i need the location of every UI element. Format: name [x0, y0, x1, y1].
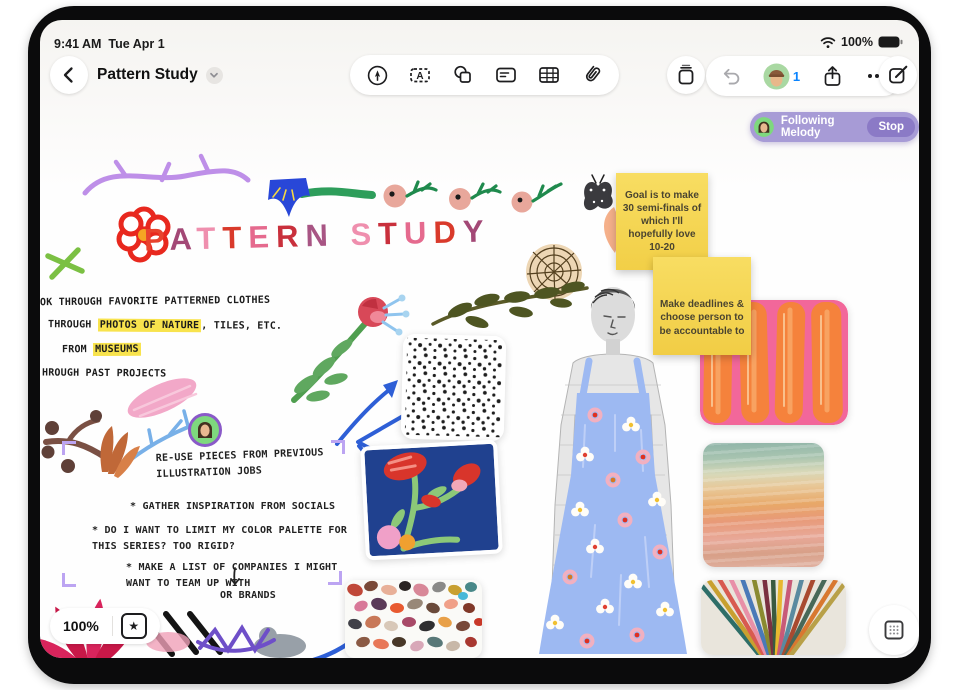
status-time: 9:41 AM — [54, 37, 101, 51]
share-button[interactable] — [820, 58, 844, 94]
zoom-level-button[interactable]: 100% — [50, 618, 112, 634]
dot-pattern-image[interactable] — [401, 334, 507, 442]
board-title: Pattern Study — [97, 66, 198, 84]
boards-stack-icon — [675, 64, 697, 86]
collaboration-toolbar: 1 — [706, 56, 903, 96]
note-text[interactable]: * MAKE A LIST OF COMPANIES I MIGHT WANT … — [126, 560, 356, 591]
sticky-note[interactable]: Make deadlines & choose person to be acc… — [653, 257, 751, 355]
paint-daubs-image[interactable] — [345, 580, 482, 658]
following-banner: Following Melody Stop — [750, 112, 919, 142]
following-label: Following Melody — [781, 115, 861, 139]
svg-text:A: A — [417, 71, 424, 82]
sticky-note[interactable]: Goal is to make 30 semi-finals of which … — [616, 173, 708, 270]
star-icon: ★ — [121, 613, 147, 639]
checklist-line[interactable]: THROUGH PHOTOS OF NATURE, TILES, ETC. — [48, 319, 282, 332]
selection-handle-top-right[interactable] — [331, 440, 345, 454]
sticky-note-text: Make deadlines & choose person to be acc… — [659, 298, 745, 338]
minimap-icon — [882, 618, 906, 642]
moth-drawing — [584, 175, 613, 210]
collaborator-cursor — [188, 413, 222, 447]
attachment-tool-button[interactable] — [572, 57, 612, 93]
minimap-button[interactable] — [869, 605, 919, 655]
status-left: 9:41 AM Tue Apr 1 — [54, 37, 165, 51]
favorite-button[interactable]: ★ — [113, 613, 155, 639]
undo-button[interactable] — [719, 58, 743, 94]
checklist-line[interactable]: FROM MUSEUMS — [62, 344, 141, 356]
collaborators-button[interactable]: 1 — [763, 63, 800, 90]
stop-following-button[interactable]: Stop — [867, 117, 915, 137]
collaborator-avatar — [763, 63, 790, 90]
paperclip-icon — [580, 63, 604, 87]
note-text[interactable]: * GATHER INSPIRATION FROM SOCIALS — [130, 499, 335, 515]
compose-icon — [887, 64, 909, 86]
undo-icon — [720, 65, 743, 88]
boards-stack-button[interactable] — [667, 56, 705, 94]
pastel-landscape-image[interactable] — [703, 443, 824, 567]
selection-handle-bottom-right[interactable] — [328, 571, 342, 585]
back-chevron-icon — [59, 65, 79, 85]
screen: 9:41 AM Tue Apr 1 100% Pattern Study — [40, 20, 919, 658]
draw-pen-icon — [366, 64, 389, 87]
shapes-tool-button[interactable] — [443, 57, 483, 93]
shapes-icon — [451, 63, 475, 87]
sticky-note-tool-button[interactable] — [486, 57, 526, 93]
wifi-icon — [820, 36, 836, 49]
ipad-frame: 9:41 AM Tue Apr 1 100% Pattern Study — [28, 6, 931, 684]
battery-icon — [878, 36, 903, 48]
sticky-note-text: Goal is to make 30 semi-finals of which … — [622, 189, 702, 255]
text-box-icon: A — [408, 63, 432, 87]
checklist-line[interactable]: HROUGH PAST PROJECTS — [42, 367, 167, 379]
note-text[interactable]: RE-USE PIECES FROM PREVIOUS ILLUSTRATION… — [156, 445, 337, 482]
pastel-texture — [703, 443, 824, 567]
board-title-menu[interactable]: Pattern Study — [97, 66, 223, 84]
battery-percent: 100% — [841, 35, 873, 49]
status-right: 100% — [820, 35, 903, 49]
insert-toolbar: A — [350, 55, 619, 95]
back-button[interactable] — [50, 56, 88, 94]
table-icon — [537, 63, 561, 87]
collaborator-cursor-avatar — [191, 416, 219, 444]
collaborator-count-badge: 1 — [793, 69, 800, 84]
floral-painting-image[interactable] — [360, 439, 503, 560]
note-arrow-label[interactable]: OR BRANDS — [220, 588, 276, 604]
new-board-button[interactable] — [879, 56, 917, 94]
ray-burst-image[interactable] — [701, 580, 846, 655]
text-tool-button[interactable]: A — [400, 57, 440, 93]
title-chevron-down-icon — [206, 67, 223, 84]
share-icon — [822, 65, 843, 88]
status-date: Tue Apr 1 — [108, 37, 164, 51]
selection-handle-top-left[interactable] — [62, 441, 76, 455]
checklist-line[interactable]: OK THROUGH FAVORITE PATTERNED CLOTHES — [40, 295, 270, 308]
note-card-icon — [494, 63, 518, 87]
note-text[interactable]: * DO I WANT TO LIMIT MY COLOR PALETTE FO… — [92, 523, 357, 554]
selection-handle-bottom-left[interactable] — [62, 573, 76, 587]
purple-scribble-drawing[interactable] — [140, 618, 310, 658]
zoom-controls: 100% ★ — [50, 608, 160, 644]
brown-branch-collage[interactable] — [40, 398, 155, 498]
draw-tool-button[interactable] — [357, 57, 397, 93]
followed-user-avatar — [754, 115, 774, 139]
table-tool-button[interactable] — [529, 57, 569, 93]
